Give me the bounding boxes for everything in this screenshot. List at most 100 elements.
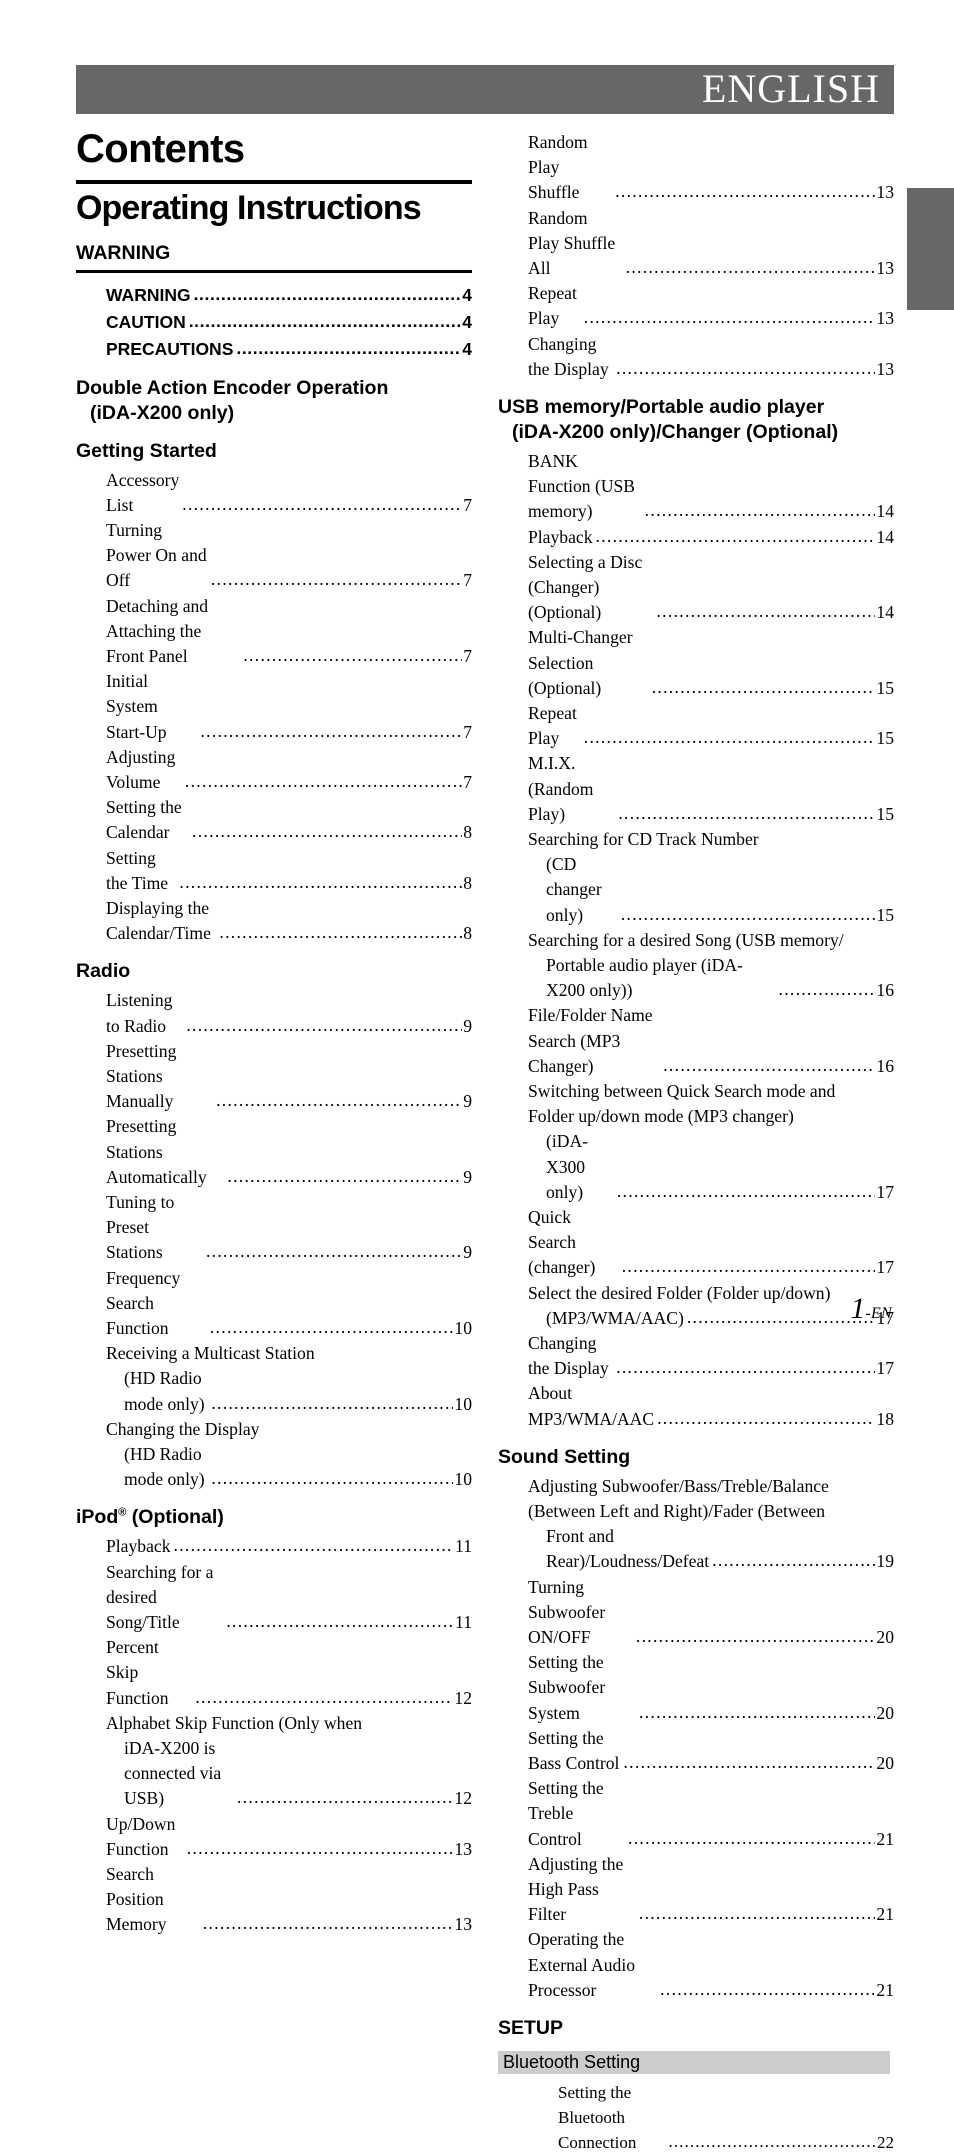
list-item[interactable]: Displaying the Calendar/Time ...........… — [76, 896, 472, 946]
toc-label: About MP3/WMA/AAC — [528, 1383, 655, 1429]
list-item[interactable]: Random Play Shuffle All ................… — [498, 206, 894, 282]
list-item[interactable]: File/Folder Name Search (MP3 Changer) ..… — [498, 1003, 894, 1079]
toc-label: Turning Power On and Off — [106, 519, 212, 591]
list-item[interactable]: Switching between Quick Search mode and … — [498, 1079, 894, 1205]
leader-dots: ........................................… — [686, 1306, 876, 1327]
toc-label: Receiving a Multicast Station — [106, 1343, 315, 1364]
list-item[interactable]: Up/Down Function .......................… — [76, 1812, 472, 1862]
section-thumb-tab — [907, 188, 954, 310]
toc-page: 7 — [463, 494, 472, 515]
list-item[interactable]: Changing the Display (HD Radio mode only… — [76, 1417, 472, 1493]
list-item[interactable]: Detaching and Attaching the Front Panel … — [76, 594, 472, 670]
list-item[interactable]: Presetting Stations Manually ...........… — [76, 1039, 472, 1115]
section-heading-line1: USB memory/Portable audio player — [498, 396, 825, 419]
list-item[interactable]: Accessory List .........................… — [76, 468, 472, 518]
toc-page: 15 — [876, 803, 894, 824]
toc-page: 13 — [454, 1914, 472, 1935]
leader-dots: ........................................… — [623, 1752, 875, 1773]
list-item[interactable]: Listening to Radio .....................… — [76, 988, 472, 1038]
list-item[interactable]: Repeat Play ............................… — [498, 701, 894, 751]
list-item[interactable]: Frequency Search Function ..............… — [76, 1266, 472, 1342]
toc-page: 12 — [454, 1687, 472, 1708]
language-label: ENGLISH — [701, 65, 880, 111]
toc-label: Detaching and Attaching the Front Panel — [106, 595, 212, 666]
list-item[interactable]: Adjusting the High Pass Filter .........… — [498, 1852, 894, 1928]
leader-dots: ........................................… — [635, 1626, 876, 1647]
left-column: Contents Operating Instructions WARNING … — [76, 128, 472, 1938]
list-item[interactable]: Searching for a desired Song/Title .....… — [76, 1560, 472, 1636]
list-item[interactable]: Operating the External Audio Processor .… — [498, 1927, 894, 2003]
toc-page: 20 — [876, 1753, 894, 1774]
leader-dots: ........................................… — [200, 720, 463, 741]
toc-page: 12 — [454, 1788, 472, 1809]
toc-page: 13 — [876, 182, 894, 203]
toc-group-usb-memory: BANK Function (USB memory) .............… — [498, 449, 894, 1432]
toc-label: Playback — [528, 526, 593, 547]
page-folio: 1-EN — [850, 1292, 892, 1326]
list-item[interactable]: Adjusting Volume .......................… — [76, 745, 472, 795]
leader-dots: ........................................… — [227, 1165, 462, 1186]
list-item[interactable]: Repeat Play ............................… — [498, 281, 894, 331]
list-item[interactable]: Setting the Time .......................… — [76, 846, 472, 896]
list-item[interactable]: BANK Function (USB memory) .............… — [498, 449, 894, 525]
list-item[interactable]: Adjusting Subwoofer/Bass/Treble/Balance … — [498, 1474, 894, 1575]
list-item[interactable]: Receiving a Multicast Station (HD Radio … — [76, 1341, 472, 1417]
list-item[interactable]: PRECAUTIONS ............................… — [76, 336, 472, 363]
leader-dots: ........................................… — [583, 307, 876, 328]
list-item[interactable]: Setting the Bluetooth Connection .......… — [498, 2080, 894, 2156]
toc-label-cont: (HD Radio mode only) — [124, 1443, 207, 1490]
leader-dots: ........................................… — [186, 1837, 454, 1858]
leader-dots: ........................................… — [660, 1978, 876, 1999]
list-item[interactable]: Changing the Display ...................… — [498, 332, 894, 382]
list-item[interactable]: Percent Skip Function ..................… — [76, 1635, 472, 1711]
toc-page: 21 — [876, 1828, 894, 1849]
section-heading-setup: SETUP — [498, 2017, 564, 2040]
list-item[interactable]: Multi-Changer Selection (Optional) .....… — [498, 625, 894, 701]
list-item[interactable]: Selecting a Disc (Changer) (Optional) ..… — [498, 550, 894, 626]
list-item[interactable]: Setting the Subwoofer System ...........… — [498, 1650, 894, 1726]
toc-label: BANK Function (USB memory) — [528, 450, 640, 522]
leader-dots: ........................................… — [621, 1256, 876, 1277]
list-item[interactable]: Random Play Shuffle ....................… — [498, 130, 894, 206]
list-item[interactable]: CAUTION ................................… — [76, 309, 472, 336]
toc-page: 16 — [876, 1055, 894, 1076]
list-item[interactable]: Searching for a desired Song (USB memory… — [498, 928, 894, 1004]
list-item[interactable]: Playback ...............................… — [498, 525, 894, 550]
list-item[interactable]: Setting the Calendar ...................… — [76, 795, 472, 845]
list-item[interactable]: Setting the Bass Control ...............… — [498, 1726, 894, 1776]
toc-label: Selecting a Disc (Changer) (Optional) — [528, 551, 647, 623]
list-item[interactable]: Quick Search (changer) .................… — [498, 1205, 894, 1281]
leader-dots: ........................................… — [616, 357, 875, 378]
list-item[interactable]: Turning Power On and Off ...............… — [76, 518, 472, 594]
list-item[interactable]: Alphabet Skip Function (Only when iDA-X2… — [76, 1711, 472, 1812]
list-item[interactable]: Presetting Stations Automatically ......… — [76, 1114, 472, 1190]
list-item[interactable]: Changing the Display ...................… — [498, 1331, 894, 1381]
leader-dots: ........................................… — [243, 644, 463, 665]
folio-number: 1 — [850, 1292, 866, 1325]
list-item[interactable]: Select the desired Folder (Folder up/dow… — [498, 1281, 894, 1331]
leader-dots: ........................................… — [216, 1090, 462, 1111]
list-item[interactable]: WARNING ................................… — [76, 282, 472, 309]
toc-label: Multi-Changer Selection (Optional) — [528, 627, 637, 698]
list-item[interactable]: About MP3/WMA/AAC ......................… — [498, 1381, 894, 1431]
toc-label: Switching between Quick Search mode and — [528, 1081, 836, 1102]
toc-page: 10 — [454, 1317, 472, 1338]
section-heading-line2: (iDA-X200 only)/Changer (Optional) — [512, 420, 839, 443]
leader-dots: ........................................… — [209, 1316, 454, 1337]
toc-label: Operating the External Audio Processor — [528, 1929, 640, 2000]
list-item[interactable]: Setting the Treble Control .............… — [498, 1776, 894, 1852]
list-item[interactable]: Searching for CD Track Number (CD change… — [498, 827, 894, 928]
list-item[interactable]: Search Position Memory .................… — [76, 1862, 472, 1938]
toc-label: Repeat Play — [528, 702, 582, 749]
toc-page: 14 — [876, 526, 894, 547]
list-item[interactable]: Playback ...............................… — [76, 1534, 472, 1559]
toc-group-getting-started: Accessory List .........................… — [76, 468, 472, 947]
list-item[interactable]: Tuning to Preset Stations ..............… — [76, 1190, 472, 1266]
toc-page: 13 — [454, 1838, 472, 1859]
toc-page: 22 — [877, 2133, 894, 2153]
toc-group-ipod: Playback ...............................… — [76, 1534, 472, 1937]
list-item[interactable]: M.I.X. (Random Play) ...................… — [498, 751, 894, 827]
toc-group-sound-setting: Adjusting Subwoofer/Bass/Treble/Balance … — [498, 1474, 894, 2003]
list-item[interactable]: Turning Subwoofer ON/OFF ...............… — [498, 1575, 894, 1651]
list-item[interactable]: Initial System Start-Up ................… — [76, 669, 472, 745]
